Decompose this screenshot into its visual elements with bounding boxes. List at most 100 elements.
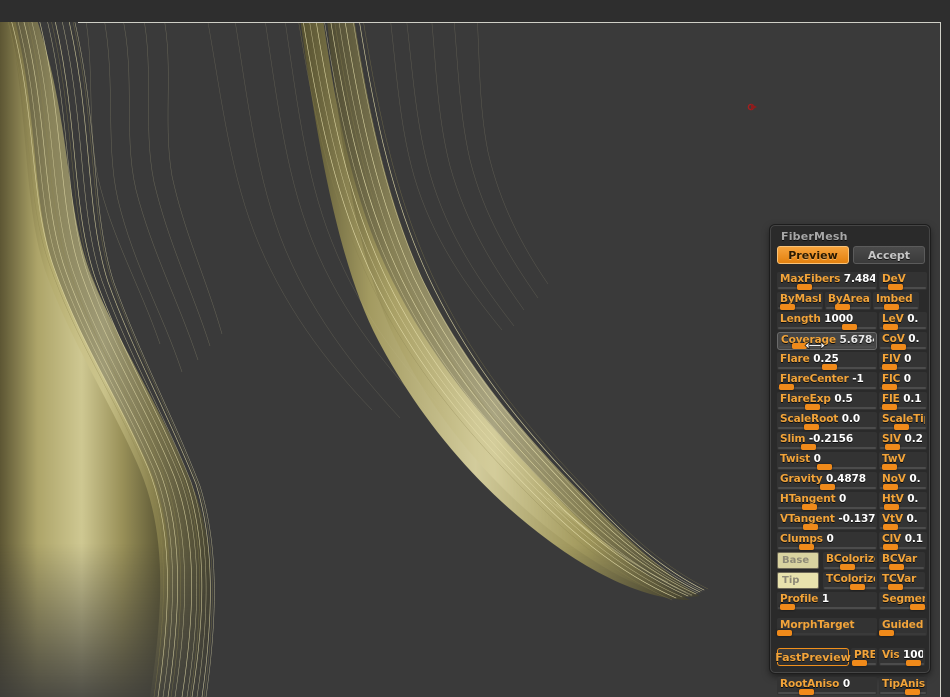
slider-knob-flare[interactable]	[822, 364, 838, 370]
group-spacer-17	[775, 638, 925, 648]
slider-knob-scaleroot[interactable]	[804, 424, 820, 430]
slider-track-rootaniso[interactable]	[778, 692, 876, 694]
slider-knob-cov[interactable]	[890, 344, 906, 350]
slider-knob-maxfibers[interactable]	[796, 284, 812, 290]
slider-knob-bymask[interactable]	[780, 304, 796, 310]
slider-fle[interactable]: FlE 0.1	[879, 392, 927, 410]
slider-scaletip[interactable]: ScaleTip 0.16	[879, 412, 927, 430]
slider-twist[interactable]: Twist 0	[777, 452, 877, 470]
slider-knob-pre[interactable]	[852, 660, 868, 666]
slider-tcvar[interactable]: TCVar	[879, 572, 925, 590]
slider-track-scaleroot[interactable]	[778, 427, 876, 429]
slider-knob-htangent[interactable]	[801, 504, 817, 510]
slider-scaleroot[interactable]: ScaleRoot 0.0	[777, 412, 877, 430]
slider-knob-twist[interactable]	[816, 464, 832, 470]
slider-knob-length[interactable]	[841, 324, 857, 330]
slider-track-vtangent[interactable]	[778, 527, 876, 529]
slider-coverage[interactable]: Coverage 5.6784	[777, 332, 877, 350]
slider-flare[interactable]: Flare 0.25	[777, 352, 877, 370]
slider-pre[interactable]: PRE	[851, 648, 877, 666]
slider-knob-segments[interactable]	[910, 604, 926, 610]
button-preview[interactable]: Preview	[777, 246, 849, 264]
slider-dev[interactable]: DeV	[879, 272, 927, 290]
slider-twv[interactable]: TwV	[879, 452, 927, 470]
slider-knob-scaletip[interactable]	[893, 424, 909, 430]
slider-value-flc: 0	[900, 373, 911, 385]
slider-knob-bcvar[interactable]	[889, 564, 905, 570]
slider-knob-clv[interactable]	[882, 544, 898, 550]
slider-nov[interactable]: NoV 0.	[879, 472, 927, 490]
slider-track-slim[interactable]	[778, 447, 876, 449]
slider-vtangent[interactable]: VTangent -0.1372	[777, 512, 877, 530]
slider-track-morphtarget[interactable]	[778, 633, 876, 635]
slider-vis[interactable]: Vis 100	[879, 648, 925, 666]
slider-knob-vis[interactable]	[905, 660, 921, 666]
slider-clumps[interactable]: Clumps 0	[777, 532, 877, 550]
slider-maxfibers[interactable]: MaxFibers 7.4841	[777, 272, 877, 290]
button-accept[interactable]: Accept	[853, 246, 925, 264]
slider-knob-coverage[interactable]	[792, 343, 808, 349]
slider-knob-fle[interactable]	[882, 404, 898, 410]
slider-knob-slv[interactable]	[884, 444, 900, 450]
slider-knob-vtangent[interactable]	[802, 524, 818, 530]
swatch-base-color[interactable]: Base	[777, 552, 819, 569]
swatch-tip-color[interactable]: Tip	[777, 572, 819, 589]
slider-htv[interactable]: HtV 0.	[879, 492, 927, 510]
slider-byarea[interactable]: ByArea	[825, 292, 871, 310]
slider-track-flareexp[interactable]	[778, 407, 876, 409]
slider-lev[interactable]: LeV 0.	[879, 312, 927, 330]
slider-tcolorize[interactable]: TColorize 1	[823, 572, 877, 590]
slider-tipaniso[interactable]: TipAniso 75	[879, 677, 927, 695]
slider-knob-nov[interactable]	[882, 484, 898, 490]
slider-knob-flarecenter[interactable]	[778, 384, 794, 390]
slider-slim[interactable]: Slim -0.2156	[777, 432, 877, 450]
slider-clv[interactable]: ClV 0.1	[879, 532, 927, 550]
slider-knob-profile[interactable]	[780, 604, 796, 610]
slider-knob-flareexp[interactable]	[805, 404, 821, 410]
slider-track-length[interactable]	[778, 327, 876, 329]
slider-segments[interactable]: Segments 25	[879, 592, 927, 610]
slider-flarecenter[interactable]: FlareCenter -1	[777, 372, 877, 390]
slider-knob-bcolorize[interactable]	[840, 564, 856, 570]
slider-knob-flc[interactable]	[882, 384, 898, 390]
slider-knob-vtv[interactable]	[882, 524, 898, 530]
slider-knob-tcolorize[interactable]	[850, 584, 866, 590]
slider-track-clumps[interactable]	[778, 547, 876, 549]
button-fastpreview[interactable]: FastPreview	[775, 648, 851, 666]
slider-track-maxfibers[interactable]	[778, 287, 876, 289]
slider-gravity[interactable]: Gravity 0.4878	[777, 472, 877, 490]
slider-knob-tcvar[interactable]	[888, 584, 904, 590]
slider-bcolorize[interactable]: BColorize 0.5	[823, 552, 877, 570]
slider-track-htangent[interactable]	[778, 507, 876, 509]
slider-bcvar[interactable]: BCVar	[879, 552, 925, 570]
slider-knob-imbed[interactable]	[884, 304, 900, 310]
slider-cov[interactable]: CoV 0.	[879, 332, 927, 350]
slider-value-fle: 0.1	[899, 393, 922, 405]
slider-knob-slim[interactable]	[800, 444, 816, 450]
slider-guided[interactable]: Guided	[879, 618, 927, 636]
slider-knob-lev[interactable]	[882, 324, 898, 330]
slider-knob-rootaniso[interactable]	[799, 689, 815, 695]
slider-knob-dev[interactable]	[888, 284, 904, 290]
slider-knob-twv[interactable]	[882, 464, 898, 470]
slider-slv[interactable]: SlV 0.2	[879, 432, 927, 450]
slider-knob-guided[interactable]	[879, 630, 894, 636]
slider-htangent[interactable]: HTangent 0	[777, 492, 877, 510]
slider-profile[interactable]: Profile 1	[777, 592, 877, 610]
slider-knob-tipaniso[interactable]	[905, 689, 921, 695]
slider-bymask[interactable]: ByMask	[777, 292, 823, 310]
slider-knob-gravity[interactable]	[819, 484, 835, 490]
slider-rootaniso[interactable]: RootAniso 0	[777, 677, 877, 695]
slider-imbed[interactable]: Imbed	[873, 292, 919, 310]
slider-morphtarget[interactable]: MorphTarget	[777, 618, 877, 636]
slider-knob-clumps[interactable]	[799, 544, 815, 550]
slider-length[interactable]: Length 1000	[777, 312, 877, 330]
slider-flv[interactable]: FlV 0	[879, 352, 927, 370]
slider-knob-flv[interactable]	[882, 364, 898, 370]
slider-flareexp[interactable]: FlareExp 0.5	[777, 392, 877, 410]
slider-knob-byarea[interactable]	[835, 304, 851, 310]
slider-knob-morphtarget[interactable]	[777, 630, 792, 636]
slider-knob-htv[interactable]	[883, 504, 899, 510]
slider-vtv[interactable]: VtV 0.	[879, 512, 927, 530]
slider-flc[interactable]: FlC 0	[879, 372, 927, 390]
